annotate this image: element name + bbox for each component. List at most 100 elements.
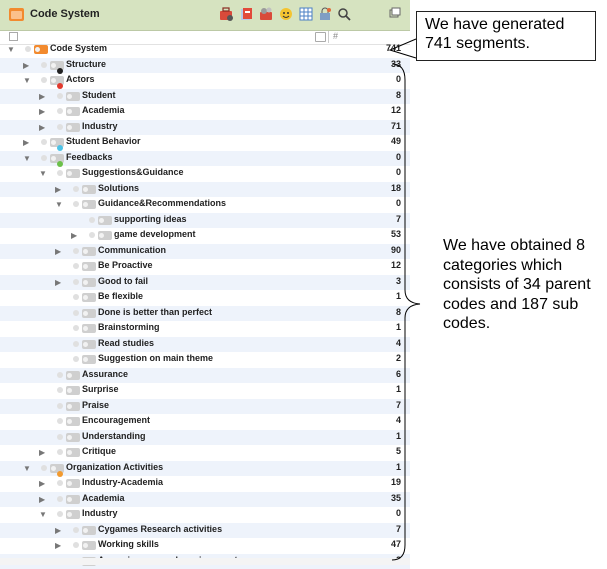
puzzle-icon[interactable] [258, 6, 274, 22]
tree-row[interactable]: Assurance6 [0, 368, 410, 384]
tree-row[interactable]: supporting ideas7 [0, 213, 410, 229]
activation-dot-icon[interactable] [57, 108, 63, 114]
activation-dot-icon[interactable] [41, 139, 47, 145]
activation-dot-icon[interactable] [73, 263, 79, 269]
activation-dot-icon[interactable] [25, 46, 31, 52]
memo-column-icon[interactable] [315, 32, 326, 42]
expand-arrow-icon[interactable]: ▼ [39, 510, 47, 519]
activation-dot-icon[interactable] [57, 124, 63, 130]
collapse-arrow-icon[interactable]: ▶ [55, 278, 61, 287]
tree-row[interactable]: ▶Solutions18 [0, 182, 410, 198]
tree-row[interactable]: Done is better than perfect8 [0, 306, 410, 322]
collapse-arrow-icon[interactable]: ▶ [23, 138, 29, 147]
tree-row[interactable]: ▼Industry0 [0, 507, 410, 523]
tree-row[interactable]: ▶Critique5 [0, 445, 410, 461]
grid-icon[interactable] [298, 6, 314, 22]
activation-dot-icon[interactable] [73, 527, 79, 533]
collapse-arrow-icon[interactable]: ▶ [39, 495, 45, 504]
segment-count: 49 [391, 136, 401, 146]
tree-row[interactable]: Be Proactive12 [0, 259, 410, 275]
collapse-arrow-icon[interactable]: ▶ [39, 107, 45, 116]
tree-row[interactable]: Understanding1 [0, 430, 410, 446]
tree-row[interactable]: ▶Student8 [0, 89, 410, 105]
tree-row[interactable]: Suggestion on main theme2 [0, 352, 410, 368]
expand-arrow-icon[interactable]: ▼ [23, 154, 31, 163]
activation-dot-icon[interactable] [57, 418, 63, 424]
collapse-arrow-icon[interactable]: ▶ [39, 448, 45, 457]
tree-row[interactable]: Read studies4 [0, 337, 410, 353]
expand-arrow-icon[interactable]: ▼ [23, 76, 31, 85]
activation-dot-icon[interactable] [73, 356, 79, 362]
collapse-arrow-icon[interactable]: ▶ [39, 123, 45, 132]
pin-icon[interactable] [386, 6, 402, 22]
tree-row[interactable]: ▶Communication90 [0, 244, 410, 260]
activation-dot-icon[interactable] [57, 480, 63, 486]
collapse-arrow-icon[interactable]: ▶ [55, 247, 61, 256]
activation-dot-icon[interactable] [57, 434, 63, 440]
horizontal-scrollbar[interactable] [0, 558, 410, 565]
tree-row[interactable]: ▶Industry71 [0, 120, 410, 136]
tree-row[interactable]: ▶Academia35 [0, 492, 410, 508]
smiley-icon[interactable] [278, 6, 294, 22]
tree-row[interactable]: ▶Good to fail3 [0, 275, 410, 291]
activation-dot-icon[interactable] [73, 248, 79, 254]
search-icon[interactable] [336, 6, 352, 22]
tree-row[interactable]: ▼Code System741 [0, 42, 410, 58]
activation-dot-icon[interactable] [73, 310, 79, 316]
activation-dot-icon[interactable] [73, 542, 79, 548]
tree-row[interactable]: ▼Actors0 [0, 73, 410, 89]
tree-row[interactable]: Surprise1 [0, 383, 410, 399]
activation-dot-icon[interactable] [57, 93, 63, 99]
activation-dot-icon[interactable] [89, 217, 95, 223]
activation-dot-icon[interactable] [57, 511, 63, 517]
collapse-arrow-icon[interactable]: ▶ [55, 185, 61, 194]
activation-dot-icon[interactable] [57, 496, 63, 502]
tags-icon[interactable] [238, 6, 254, 22]
activation-dot-icon[interactable] [73, 201, 79, 207]
activation-dot-icon[interactable] [57, 449, 63, 455]
tree-toggle-icon[interactable] [9, 32, 18, 41]
activation-dot-icon[interactable] [41, 77, 47, 83]
activation-dot-icon[interactable] [73, 341, 79, 347]
count-column-icon[interactable]: # [333, 31, 338, 41]
activation-dot-icon[interactable] [57, 170, 63, 176]
activation-dot-icon[interactable] [57, 372, 63, 378]
tree-row[interactable]: ▼Guidance&Recommendations0 [0, 197, 410, 213]
activation-dot-icon[interactable] [41, 465, 47, 471]
activation-dot-icon[interactable] [73, 279, 79, 285]
tree-row[interactable]: ▶game development53 [0, 228, 410, 244]
tree-row[interactable]: ▼Organization Activities1 [0, 461, 410, 477]
briefcase-icon[interactable] [218, 6, 234, 22]
tree-row[interactable]: ▼Suggestions&Guidance0 [0, 166, 410, 182]
tree-row[interactable]: Be flexible1 [0, 290, 410, 306]
expand-arrow-icon[interactable]: ▼ [7, 45, 15, 54]
collapse-arrow-icon[interactable]: ▶ [23, 61, 29, 70]
tree-row[interactable]: Brainstorming1 [0, 321, 410, 337]
expand-arrow-icon[interactable]: ▼ [23, 464, 31, 473]
activation-dot-icon[interactable] [41, 155, 47, 161]
activation-dot-icon[interactable] [57, 403, 63, 409]
activation-dot-icon[interactable] [73, 294, 79, 300]
activation-dot-icon[interactable] [57, 387, 63, 393]
tree-row[interactable]: ▶Working skills47 [0, 538, 410, 554]
collapse-arrow-icon[interactable]: ▶ [39, 479, 45, 488]
tree-row[interactable]: ▶Student Behavior49 [0, 135, 410, 151]
activation-dot-icon[interactable] [89, 232, 95, 238]
lock-code-icon[interactable] [317, 6, 333, 22]
activation-dot-icon[interactable] [41, 62, 47, 68]
tree-row[interactable]: ▶Structure33 [0, 58, 410, 74]
activation-dot-icon[interactable] [73, 325, 79, 331]
collapse-arrow-icon[interactable]: ▶ [71, 231, 77, 240]
tree-row[interactable]: ▼Feedbacks0 [0, 151, 410, 167]
collapse-arrow-icon[interactable]: ▶ [55, 541, 61, 550]
tree-row[interactable]: ▶Industry-Academia19 [0, 476, 410, 492]
tree-row[interactable]: Praise7 [0, 399, 410, 415]
expand-arrow-icon[interactable]: ▼ [39, 169, 47, 178]
tree-row[interactable]: ▶Academia12 [0, 104, 410, 120]
collapse-arrow-icon[interactable]: ▶ [39, 92, 45, 101]
collapse-arrow-icon[interactable]: ▶ [55, 526, 61, 535]
activation-dot-icon[interactable] [73, 186, 79, 192]
tree-row[interactable]: ▶Cygames Research activities7 [0, 523, 410, 539]
tree-row[interactable]: Encouragement4 [0, 414, 410, 430]
expand-arrow-icon[interactable]: ▼ [55, 200, 63, 209]
